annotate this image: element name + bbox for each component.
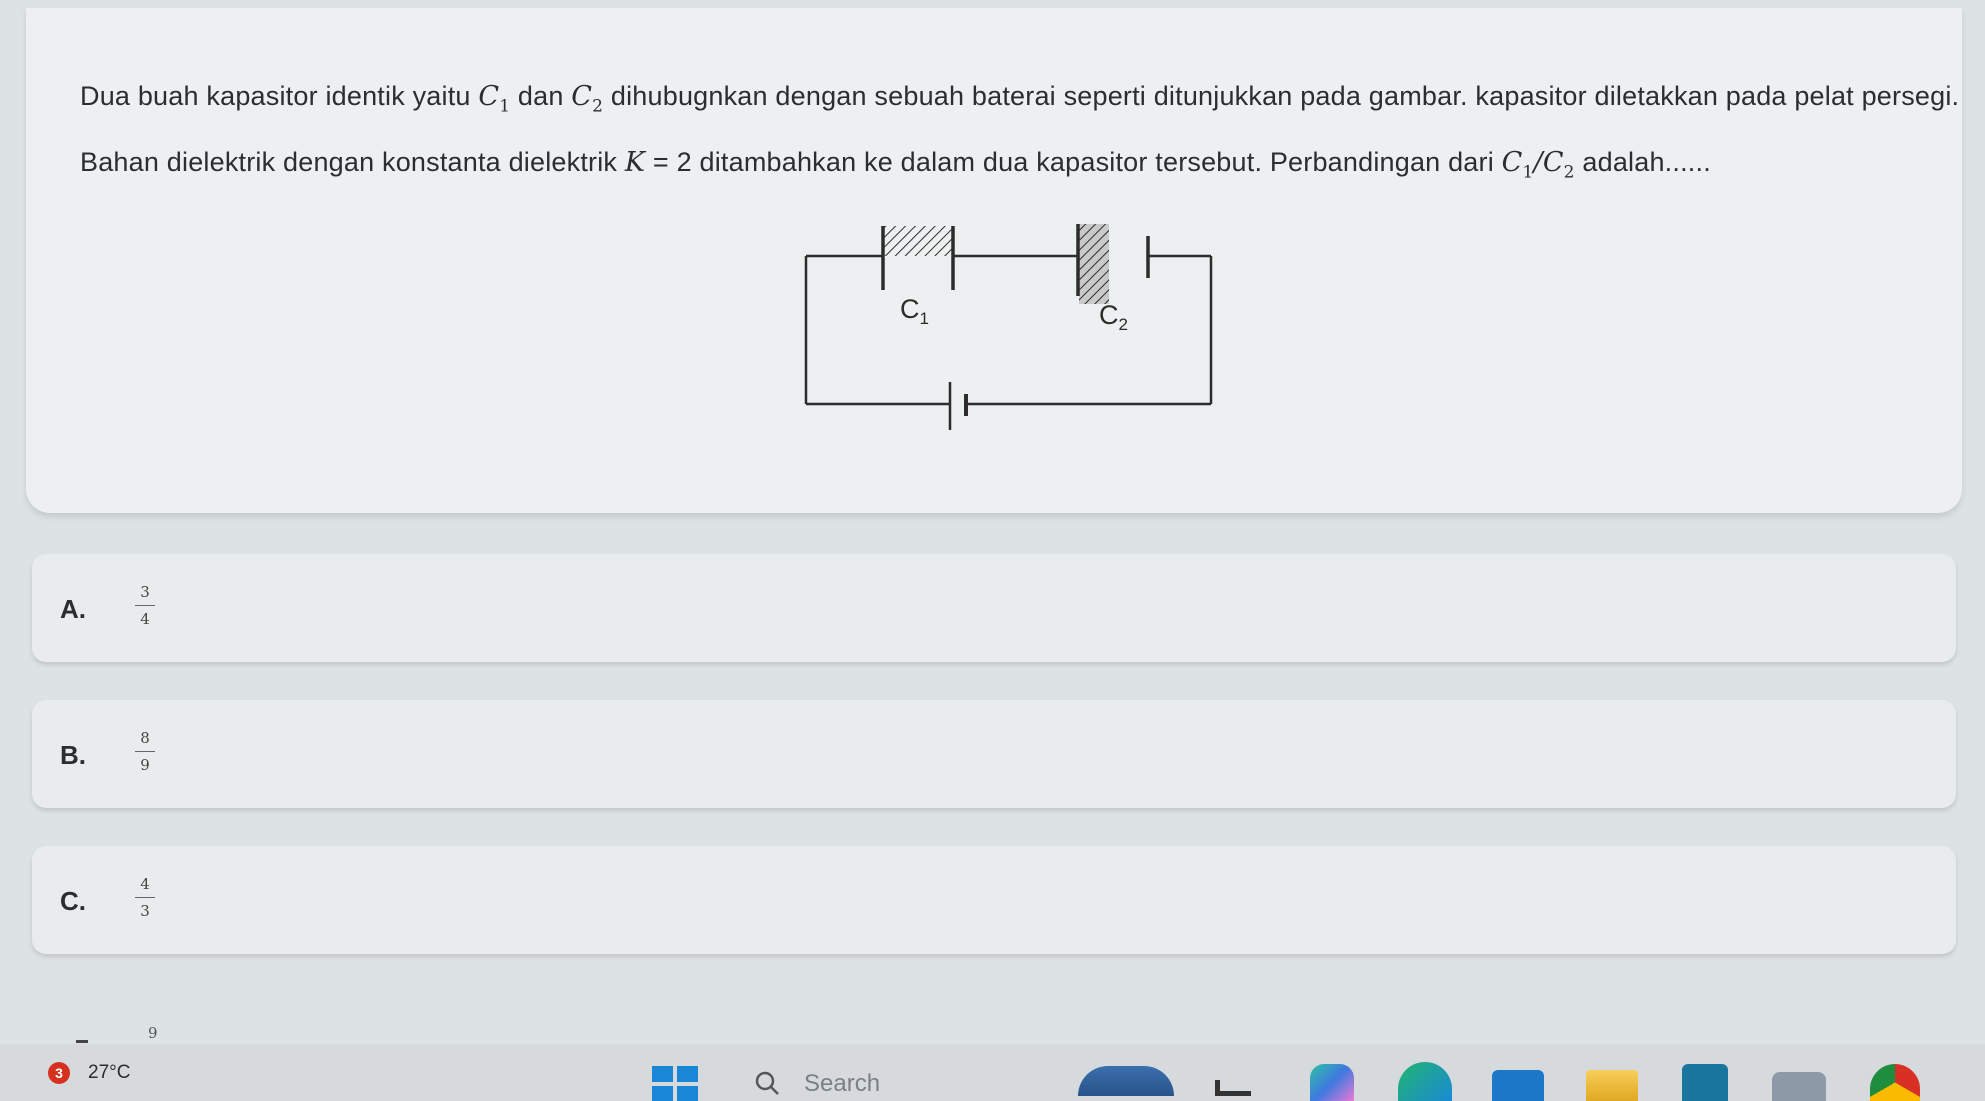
folder-icon[interactable]: [1586, 1070, 1638, 1101]
chrome-icon[interactable]: [1870, 1064, 1920, 1101]
option-letter: A.: [60, 594, 86, 624]
copilot-icon[interactable]: [1310, 1064, 1354, 1101]
math-sub: 1: [499, 96, 511, 117]
circuit-diagram: C1 C2: [804, 224, 1213, 430]
file-explorer-icon[interactable]: [1215, 1080, 1251, 1096]
math-c2: C2: [571, 81, 603, 116]
store-icon[interactable]: [1492, 1070, 1544, 1101]
math-sub: 1: [1522, 162, 1534, 183]
option-letter: B.: [60, 740, 86, 770]
fraction-denominator: 3: [140, 902, 150, 920]
option-a[interactable]: A. 3 4: [32, 554, 1956, 662]
fraction-denominator: 9: [140, 756, 150, 774]
option-b[interactable]: B. 8 9: [32, 700, 1956, 808]
weather-app-icon[interactable]: [1078, 1066, 1174, 1096]
question-text-part: adalah......: [1574, 147, 1711, 178]
math-var: C: [571, 81, 593, 112]
edge-icon[interactable]: [1398, 1062, 1452, 1101]
math-k: K: [624, 147, 646, 179]
option-letter: C.: [60, 886, 86, 916]
fraction-numerator: 4: [140, 875, 150, 893]
fraction-numerator: 8: [140, 729, 150, 747]
math-c1: C1: [478, 81, 510, 116]
classroom-icon[interactable]: [1682, 1064, 1728, 1101]
taskbar: 3 27°C Search: [0, 1044, 1985, 1101]
search-icon[interactable]: [754, 1070, 780, 1096]
math-var: C: [1501, 147, 1523, 179]
question-text-part: dan: [510, 81, 572, 111]
fraction-denominator: 4: [140, 610, 150, 628]
math-ratio: C1/C2: [1501, 147, 1575, 182]
math-sub: 2: [592, 96, 604, 117]
search-box[interactable]: Search: [804, 1070, 880, 1098]
battery-symbol: [948, 382, 968, 430]
weather-temperature[interactable]: 27°C: [88, 1062, 130, 1084]
option-c[interactable]: C. 4 3: [32, 846, 1956, 954]
c1-label: C1: [900, 294, 929, 328]
capacitor-c1: [881, 226, 955, 290]
fraction-numerator: 3: [140, 583, 150, 601]
math-var: C: [478, 81, 500, 112]
question-text-part: Dua buah kapasitor identik yaitu: [80, 81, 479, 111]
question-card: Dua buah kapasitor identik yaitu C1 dan …: [26, 8, 1962, 513]
windows-start-icon[interactable]: [652, 1066, 698, 1101]
option-fraction: 3 4: [135, 582, 155, 629]
camera-icon[interactable]: [1772, 1072, 1826, 1101]
partial-option-digit: 9: [148, 1024, 158, 1042]
option-fraction: 4 3: [135, 874, 155, 921]
math-k-value: = 2: [645, 147, 692, 178]
math-slash: /: [1533, 147, 1543, 179]
partial-option-dash: [76, 1040, 88, 1043]
c2-label: C2: [1099, 300, 1128, 334]
capacitor-c2: [1076, 224, 1150, 304]
math-var: C: [1542, 147, 1564, 179]
question-text-part: ditambahkan ke dalam dua kapasitor terse…: [691, 147, 1502, 178]
math-sub: 2: [1563, 162, 1575, 183]
option-fraction: 8 9: [135, 728, 155, 775]
weather-badge[interactable]: 3: [48, 1062, 70, 1084]
question-text: Dua buah kapasitor identik yaitu C1 dan …: [80, 68, 1960, 201]
